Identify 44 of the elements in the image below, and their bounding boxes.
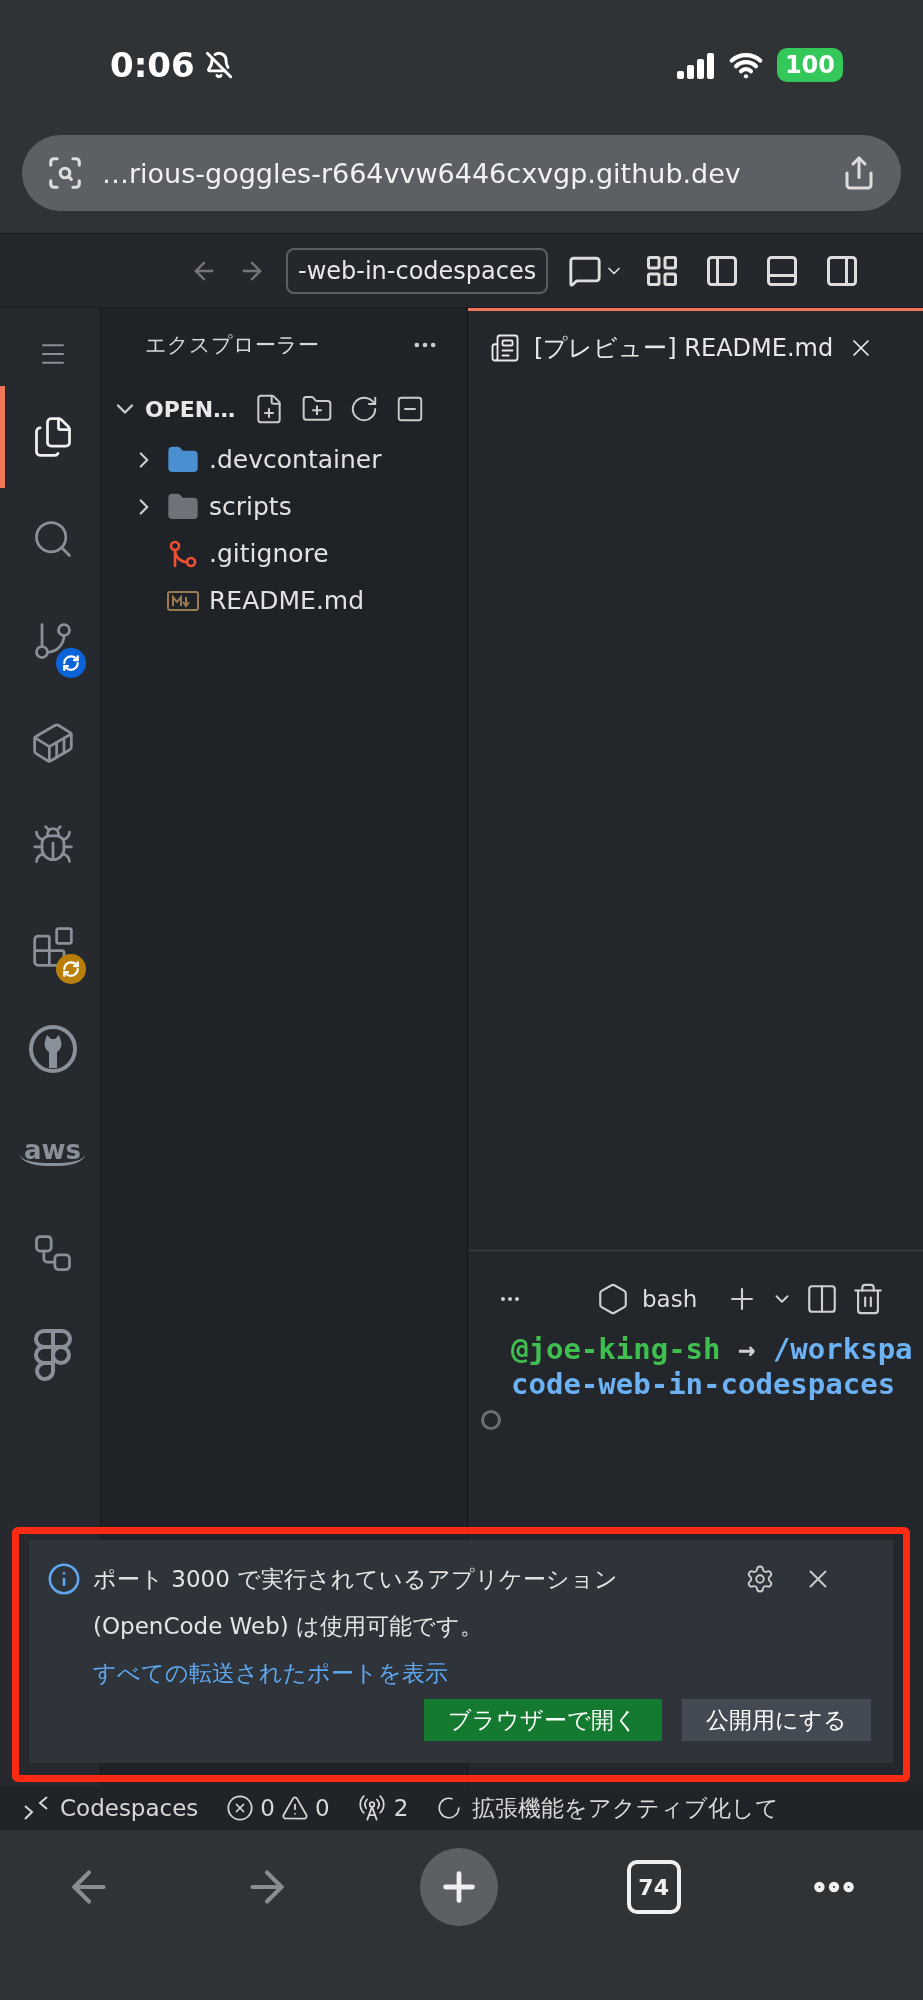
blocks-icon[interactable] <box>30 925 75 969</box>
notification-button[interactable]: ブラウザーで開く <box>424 1699 662 1741</box>
file-name[interactable]: scripts <box>209 492 292 521</box>
terminal-cursor <box>481 1410 501 1430</box>
file-name[interactable]: .devcontainer <box>209 445 382 474</box>
error-count: 0 <box>260 1795 275 1821</box>
status-message: 拡張機能をアクティブ化して <box>472 1793 780 1823</box>
warning-count: 0 <box>315 1795 330 1821</box>
shell-name[interactable]: bash <box>642 1286 698 1312</box>
notification-message: ポート 3000 で実行されているアプリケーション (OpenCode Web) は使用可能です。 すべての転送されたポートを表示 <box>93 1565 620 1688</box>
file-name[interactable]: README.md <box>209 586 365 615</box>
shell-icon <box>596 1282 630 1316</box>
url-text: …rious-goggles-r664vvw6446cxvgp.github.dev <box>102 157 742 189</box>
battery-level: 100 <box>776 48 843 82</box>
remote-icon[interactable] <box>22 1794 50 1822</box>
preview-icon <box>490 332 520 363</box>
editor-tab[interactable]: [プレビュー] README.md <box>468 308 923 384</box>
settings-icon[interactable] <box>745 1564 775 1594</box>
info-icon <box>47 1562 81 1596</box>
warning-icon[interactable] <box>281 1794 309 1822</box>
remote-label[interactable]: Codespaces <box>60 1795 199 1821</box>
error-icon[interactable] <box>226 1794 255 1822</box>
lens-icon[interactable] <box>46 154 84 192</box>
address-bar[interactable]: …rious-goggles-r664vvw6446cxvgp.github.dev <box>22 135 901 211</box>
clock-time: 0:06 <box>110 45 195 85</box>
command-center[interactable]: -web-in-codespaces <box>286 247 549 294</box>
port-count[interactable]: 2 <box>393 1795 409 1821</box>
section-title[interactable]: OPEN… <box>145 396 236 422</box>
notification-button[interactable]: 公開用にする <box>682 1699 871 1741</box>
tab-label: [プレビュー] README.md <box>534 332 834 364</box>
signal-icon <box>676 51 715 79</box>
aws-logo[interactable]: aws <box>19 1136 85 1166</box>
markdown-icon <box>167 590 199 611</box>
terminal-line: code-web-in-codespaces <box>510 1367 897 1402</box>
activity-item[interactable]: aws <box>0 1100 100 1202</box>
spinner-icon <box>436 1795 463 1821</box>
antenna-icon[interactable] <box>357 1794 386 1822</box>
file-name[interactable]: .gitignore <box>209 539 329 568</box>
panel-title: エクスプローラー <box>145 332 319 359</box>
container-icon[interactable] <box>30 721 75 765</box>
figma-icon[interactable] <box>32 1328 73 1382</box>
tab-count[interactable]: 74 <box>626 1860 681 1914</box>
ports-link[interactable]: すべての転送されたポートを表示 <box>93 1660 448 1686</box>
terminal-line: @joe-king-sh → /workspa <box>510 1332 914 1367</box>
